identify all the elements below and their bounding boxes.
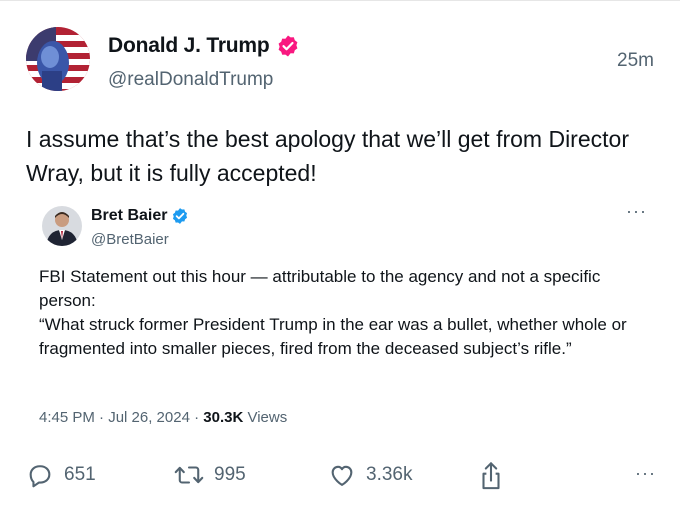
verified-badge-icon	[171, 207, 189, 225]
reply-button[interactable]: 651	[26, 461, 96, 489]
share-button[interactable]	[478, 461, 504, 491]
post-actions-bar: 651 995 3.36k ···	[26, 461, 656, 493]
repost-count: 995	[214, 464, 246, 485]
repost-button[interactable]: 995	[174, 461, 246, 489]
post-card: Donald J. Trump @realDonaldTrump 25m I a…	[0, 0, 680, 509]
quoted-text-line: “What struck former President Trump in t…	[39, 315, 627, 358]
quoted-author-name-row: Bret Baier	[91, 207, 189, 225]
author-name-row: Donald J. Trump	[108, 34, 300, 58]
like-count: 3.36k	[366, 464, 413, 485]
reply-count: 651	[64, 464, 96, 485]
like-button[interactable]: 3.36k	[328, 461, 412, 489]
repost-icon	[174, 461, 204, 489]
author-avatar[interactable]	[26, 27, 90, 91]
quoted-author-handle[interactable]: @BretBaier	[91, 231, 169, 248]
post-text: I assume that’s the best apology that we…	[26, 126, 629, 186]
quoted-post-text: FBI Statement out this hour — attributab…	[39, 265, 649, 361]
quoted-post[interactable]: Bret Baier @BretBaier ··· FBI Statement …	[20, 194, 660, 440]
author-handle[interactable]: @realDonaldTrump	[108, 69, 273, 91]
author-name[interactable]: Donald J. Trump	[108, 34, 270, 58]
more-options-icon[interactable]: ···	[635, 463, 656, 484]
quoted-author-avatar[interactable]	[42, 206, 82, 246]
verified-badge-icon	[276, 34, 300, 58]
share-icon	[478, 461, 504, 491]
views-count: 30.3K	[203, 409, 244, 426]
quoted-post-meta: 4:45 PM · Jul 26, 2024 · 30.3K Views	[39, 409, 287, 426]
quoted-post-timestamp[interactable]: 4:45 PM · Jul 26, 2024 ·	[39, 409, 203, 426]
heart-icon	[328, 461, 356, 489]
reply-icon	[26, 461, 54, 489]
quoted-text-line: FBI Statement out this hour — attributab…	[39, 267, 601, 310]
quoted-author-name[interactable]: Bret Baier	[91, 207, 167, 225]
post-time[interactable]: 25m	[617, 50, 654, 72]
views-label: Views	[243, 409, 288, 426]
more-options-icon[interactable]: ···	[626, 201, 647, 222]
